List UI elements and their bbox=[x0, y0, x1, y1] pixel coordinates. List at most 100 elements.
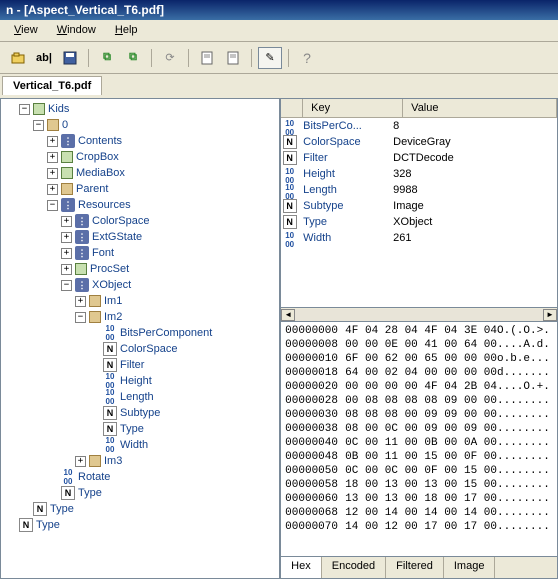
column-key[interactable]: Key bbox=[303, 99, 403, 117]
tree-row[interactable]: 1000BitsPerComponent bbox=[3, 325, 277, 341]
tree-row[interactable]: NColorSpace bbox=[3, 341, 277, 357]
tab-image[interactable]: Image bbox=[444, 557, 496, 578]
expand-icon[interactable]: + bbox=[47, 136, 58, 147]
array-icon bbox=[33, 103, 45, 115]
expand-icon[interactable]: + bbox=[47, 184, 58, 195]
tree-label: Height bbox=[120, 375, 152, 387]
expand-icon[interactable]: − bbox=[19, 104, 30, 115]
hex-row: 000000004F 04 28 04 4F 04 3E 04O.(.O.>. bbox=[285, 324, 553, 338]
toolbar-doc1-icon[interactable] bbox=[195, 47, 219, 69]
toolbar-copy-icon[interactable]: ⧉ bbox=[95, 47, 119, 69]
properties-table: Key Value 1000BitsPerCo...8NColorSpaceDe… bbox=[280, 98, 558, 308]
tree-row[interactable]: +Im1 bbox=[3, 293, 277, 309]
tree-row[interactable]: −⋮XObject bbox=[3, 277, 277, 293]
tree-label: ExtGState bbox=[92, 231, 142, 243]
expand-icon[interactable]: + bbox=[61, 216, 72, 227]
property-key: Filter bbox=[301, 152, 393, 164]
tree-row[interactable]: +Im3 bbox=[3, 453, 277, 469]
toolbar-text-icon[interactable]: ab| bbox=[32, 47, 56, 69]
tree-row[interactable]: +Parent bbox=[3, 181, 277, 197]
menu-help[interactable]: Help bbox=[107, 22, 146, 38]
menu-window[interactable]: Window bbox=[49, 22, 104, 38]
hex-bytes: 00 00 00 00 4F 04 2B 04 bbox=[345, 380, 497, 394]
tree-row[interactable]: NType bbox=[3, 485, 277, 501]
toolbar-save-icon[interactable] bbox=[58, 47, 82, 69]
hex-bytes: 00 08 08 08 08 09 00 00 bbox=[345, 394, 497, 408]
hex-bytes: 13 00 13 00 18 00 17 00 bbox=[345, 492, 497, 506]
tree-row[interactable]: +⋮Font bbox=[3, 245, 277, 261]
toolbar-paste-icon[interactable]: ⧉ bbox=[121, 47, 145, 69]
tree-row[interactable]: + CropBox bbox=[3, 149, 277, 165]
name-icon: N bbox=[61, 486, 75, 500]
name-icon: N bbox=[103, 358, 117, 372]
tree-row[interactable]: 1000Rotate bbox=[3, 469, 277, 485]
property-row[interactable]: NTypeXObject bbox=[281, 214, 557, 230]
object-tree[interactable]: −Kids−0+⋮Contents+CropBox+MediaBox+Paren… bbox=[0, 98, 280, 579]
tree-row[interactable]: NType bbox=[3, 517, 277, 533]
toolbar-doc2-icon[interactable] bbox=[221, 47, 245, 69]
name-icon: N bbox=[19, 518, 33, 532]
scroll-right-icon[interactable]: ► bbox=[543, 309, 557, 321]
property-row[interactable]: NFilterDCTDecode bbox=[281, 150, 557, 166]
dictionary-icon: ⋮ bbox=[61, 198, 75, 212]
tab-hex[interactable]: Hex bbox=[281, 557, 322, 578]
expand-icon[interactable]: + bbox=[61, 232, 72, 243]
tree-row[interactable]: NSubtype bbox=[3, 405, 277, 421]
hex-row: 0000005818 00 13 00 13 00 15 00........ bbox=[285, 478, 553, 492]
tree-row[interactable]: +⋮ColorSpace bbox=[3, 213, 277, 229]
tree-row[interactable]: +MediaBox bbox=[3, 165, 277, 181]
expand-icon[interactable]: − bbox=[33, 120, 44, 131]
toolbar-refresh-icon[interactable]: ⟳ bbox=[158, 47, 182, 69]
tab-filtered[interactable]: Filtered bbox=[386, 557, 444, 578]
dict-icon bbox=[89, 295, 101, 307]
hex-offset: 00000008 bbox=[285, 338, 345, 352]
tree-row[interactable]: +⋮ExtGState bbox=[3, 229, 277, 245]
property-key: Subtype bbox=[301, 200, 393, 212]
property-value: 9988 bbox=[393, 184, 557, 196]
expand-icon[interactable]: + bbox=[75, 456, 86, 467]
property-row[interactable]: NSubtypeImage bbox=[281, 198, 557, 214]
tree-row[interactable]: +ProcSet bbox=[3, 261, 277, 277]
hex-row: 0000006812 00 14 00 14 00 14 00........ bbox=[285, 506, 553, 520]
expand-icon[interactable]: + bbox=[61, 248, 72, 259]
scroll-left-icon[interactable]: ◄ bbox=[281, 309, 295, 321]
toolbar-help-icon[interactable]: ? bbox=[295, 47, 319, 69]
menu-view[interactable]: View bbox=[6, 22, 46, 38]
property-row[interactable]: NColorSpaceDeviceGray bbox=[281, 134, 557, 150]
tree-row[interactable]: −0 bbox=[3, 117, 277, 133]
expand-icon[interactable]: − bbox=[61, 280, 72, 291]
tree-row[interactable]: −Im2 bbox=[3, 309, 277, 325]
hex-ascii: ........ bbox=[497, 422, 553, 436]
tree-row[interactable]: 1000Length bbox=[3, 389, 277, 405]
tree-row[interactable]: 1000Height bbox=[3, 373, 277, 389]
tree-label: Kids bbox=[48, 103, 69, 115]
hex-bytes: 4F 04 28 04 4F 04 3E 04 bbox=[345, 324, 497, 338]
tree-row[interactable]: NFilter bbox=[3, 357, 277, 373]
property-row[interactable]: 1000Length9988 bbox=[281, 182, 557, 198]
tree-row[interactable]: 1000Width bbox=[3, 437, 277, 453]
toolbar-open-icon[interactable] bbox=[6, 47, 30, 69]
document-tab[interactable]: Vertical_T6.pdf bbox=[2, 76, 102, 95]
expand-icon[interactable]: + bbox=[75, 296, 86, 307]
hex-offset: 00000050 bbox=[285, 464, 345, 478]
expand-icon[interactable]: + bbox=[47, 152, 58, 163]
tree-label: CropBox bbox=[76, 151, 119, 163]
tab-encoded[interactable]: Encoded bbox=[322, 557, 386, 578]
tree-row[interactable]: NType bbox=[3, 501, 277, 517]
column-value[interactable]: Value bbox=[403, 99, 557, 117]
tree-row[interactable]: −⋮Resources bbox=[3, 197, 277, 213]
hex-scrollbar[interactable]: ◄ ► bbox=[280, 308, 558, 322]
expand-icon[interactable]: − bbox=[75, 312, 86, 323]
tree-label: Type bbox=[50, 503, 74, 515]
tree-row[interactable]: +⋮Contents bbox=[3, 133, 277, 149]
property-row[interactable]: 1000Height328 bbox=[281, 166, 557, 182]
toolbar-edit-icon[interactable]: ✎ bbox=[258, 47, 282, 69]
tree-row[interactable]: − Kids bbox=[3, 101, 277, 117]
property-row[interactable]: 1000BitsPerCo...8 bbox=[281, 118, 557, 134]
property-row[interactable]: 1000Width261 bbox=[281, 230, 557, 246]
expand-icon[interactable]: + bbox=[61, 264, 72, 275]
expand-icon[interactable]: − bbox=[47, 200, 58, 211]
expand-icon[interactable]: + bbox=[47, 168, 58, 179]
tree-row[interactable]: NType bbox=[3, 421, 277, 437]
tree-label: XObject bbox=[92, 279, 131, 291]
